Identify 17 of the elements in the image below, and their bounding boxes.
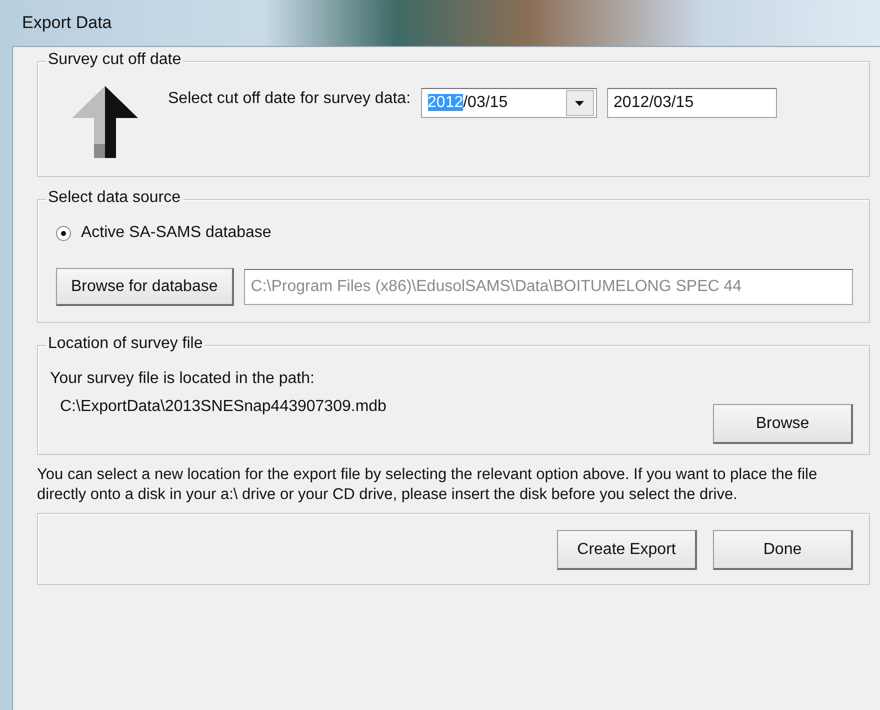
export-note: You can select a new location for the export file by selecting the relevant option above. If you want to place the file directly onto a disk in your a:\ drive or your CD drive, please insert the disk before you select the drive. bbox=[37, 465, 818, 505]
path-caption: Your survey file is located in the path: bbox=[50, 370, 314, 387]
caret-icon bbox=[575, 100, 584, 106]
dialog-button[interactable]: Create Export bbox=[557, 530, 697, 570]
date-combo[interactable]: 2012/03/15 bbox=[420, 88, 597, 118]
browse-database-button[interactable]: Browse for database bbox=[56, 268, 234, 306]
date-field[interactable]: 2012/03/15 bbox=[606, 88, 777, 118]
group-legend: Survey cut off date bbox=[46, 51, 184, 69]
browse-button[interactable]: Browse bbox=[713, 404, 853, 444]
window-title: Export Data bbox=[22, 13, 112, 33]
group-legend: Location of survey file bbox=[46, 335, 205, 353]
date-prompt: Select cut off date for survey data: bbox=[168, 90, 411, 108]
dialog-button[interactable]: Done bbox=[713, 530, 853, 570]
survey-file-path: C:\ExportData\2013SNESnap443907309.mdb bbox=[60, 398, 386, 416]
arrow-up-icon bbox=[70, 84, 140, 160]
dropdown-button[interactable] bbox=[566, 90, 594, 116]
database-radio[interactable]: Active SA-SAMS database bbox=[56, 224, 853, 242]
